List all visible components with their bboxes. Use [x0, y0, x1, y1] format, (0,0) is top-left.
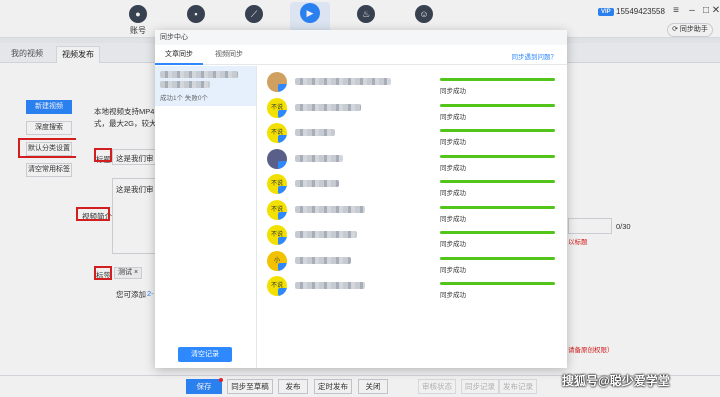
- account-name-blurred: [295, 154, 343, 162]
- sync-status: 同步成功: [440, 164, 466, 172]
- sync-status: 同步成功: [440, 113, 466, 121]
- sync-progress-bar: [440, 282, 555, 285]
- account-name-blurred: [295, 231, 357, 238]
- avatar: 不说: [267, 123, 287, 143]
- account-row: 不说同步成功: [263, 198, 559, 225]
- sync-status: 同步成功: [440, 292, 466, 299]
- tab-article-sync[interactable]: 文章同步: [155, 45, 203, 65]
- sync-status: 同步成功: [440, 215, 466, 223]
- account-name-blurred: [295, 205, 365, 213]
- avatar: [267, 148, 287, 169]
- account-row: 不说同步成功: [263, 274, 559, 301]
- record-title-blurred: [160, 71, 238, 78]
- dialog-tabs: 文章同步 视频同步 同步遇到问题？: [155, 45, 567, 65]
- sync-status: 同步成功: [440, 241, 466, 248]
- account-row: 同步成功: [263, 147, 559, 174]
- account-row: 小同步成功: [263, 249, 559, 276]
- platform-badge-icon: [278, 84, 287, 92]
- platform-badge-icon: [278, 237, 287, 245]
- account-row: 不说同步成功: [263, 96, 559, 123]
- account-name-blurred: [295, 129, 335, 136]
- avatar: 不说: [267, 225, 287, 245]
- account-name-blurred: [295, 180, 339, 187]
- platform-badge-icon: [278, 211, 287, 220]
- sync-progress-bar: [440, 231, 555, 234]
- account-row: 不说同步成功: [263, 121, 559, 148]
- sync-progress-bar: [440, 154, 555, 158]
- sync-status: 同步成功: [440, 190, 466, 197]
- platform-badge-icon: [278, 288, 287, 296]
- avatar: 不说: [267, 276, 287, 296]
- sync-progress-bar: [440, 103, 555, 107]
- dialog-titlebar: 同步中心: [155, 30, 567, 45]
- tab-video-sync[interactable]: 视频同步: [205, 45, 253, 65]
- help-link[interactable]: 同步遇到问题？: [512, 51, 558, 61]
- record-stats: 成功1个 失败0个: [160, 95, 209, 102]
- platform-badge-icon: [278, 186, 287, 194]
- platform-badge-icon: [278, 109, 287, 118]
- platform-badge-icon: [278, 160, 287, 169]
- account-name-blurred: [295, 282, 365, 289]
- sync-progress-bar: [440, 129, 555, 132]
- record-subtitle-blurred: [160, 81, 210, 88]
- sync-status: 同步成功: [440, 266, 466, 274]
- sync-progress-bar: [440, 78, 555, 81]
- sync-progress-bar: [440, 205, 555, 209]
- avatar: 不说: [267, 97, 287, 118]
- account-name-blurred: [295, 103, 361, 111]
- sync-record-item[interactable]: 成功1个 失败0个: [155, 66, 256, 106]
- sync-record-list: 成功1个 失败0个 清空记录: [155, 66, 257, 368]
- account-name-blurred: [295, 78, 391, 85]
- account-row: 不说同步成功: [263, 172, 559, 199]
- clear-records-button[interactable]: 清空记录: [178, 347, 232, 362]
- avatar: 小: [267, 250, 287, 271]
- sync-progress-bar: [440, 180, 555, 183]
- platform-badge-icon: [278, 135, 287, 143]
- avatar: 不说: [267, 174, 287, 194]
- sync-progress-bar: [440, 256, 555, 260]
- account-name-blurred: [295, 256, 351, 264]
- dialog-title: 同步中心: [160, 34, 188, 41]
- sync-status: 同步成功: [440, 88, 466, 95]
- account-row: 不说同步成功: [263, 223, 559, 250]
- platform-badge-icon: [278, 262, 287, 271]
- sync-status: 同步成功: [440, 139, 466, 146]
- sync-center-dialog: 同步中心 文章同步 视频同步 同步遇到问题？ 成功1个 失败0个 清空记录 同步…: [155, 30, 567, 368]
- avatar: [267, 72, 287, 92]
- account-row: 同步成功: [263, 70, 559, 97]
- avatar: 不说: [267, 199, 287, 220]
- watermark: 搜狐号@聪少爱学堂: [562, 374, 670, 388]
